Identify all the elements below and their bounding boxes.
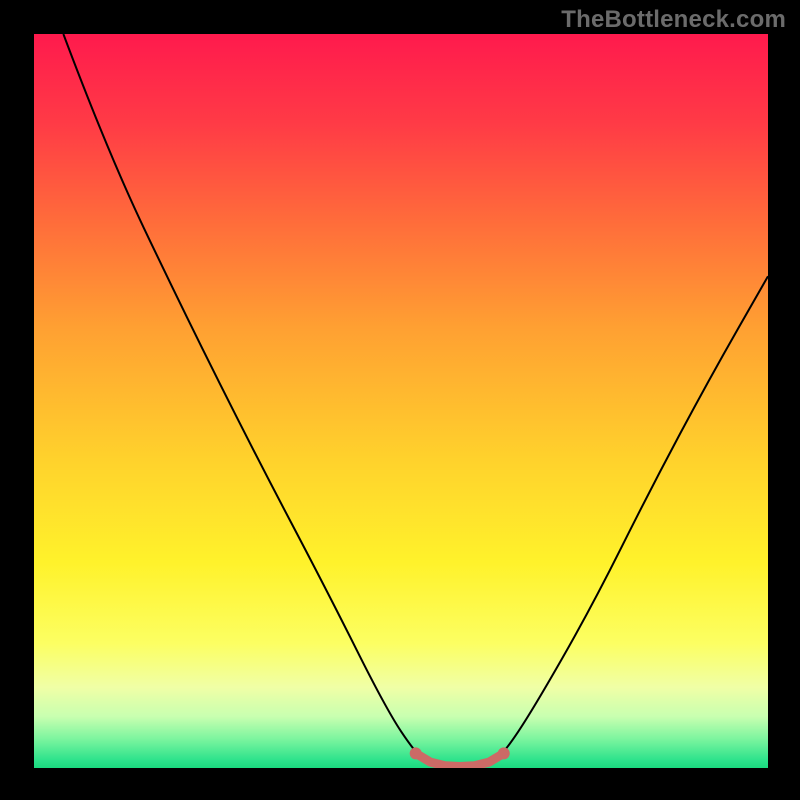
optimal-band-line	[416, 753, 504, 766]
bottleneck-curve	[63, 34, 768, 768]
chart-svg	[34, 34, 768, 768]
optimal-band-end-dot	[498, 747, 510, 759]
chart-plot-area	[34, 34, 768, 768]
optimal-band	[410, 747, 510, 766]
watermark-text: TheBottleneck.com	[561, 6, 786, 34]
chart-frame: TheBottleneck.com	[0, 0, 800, 800]
optimal-band-start-dot	[410, 747, 422, 759]
